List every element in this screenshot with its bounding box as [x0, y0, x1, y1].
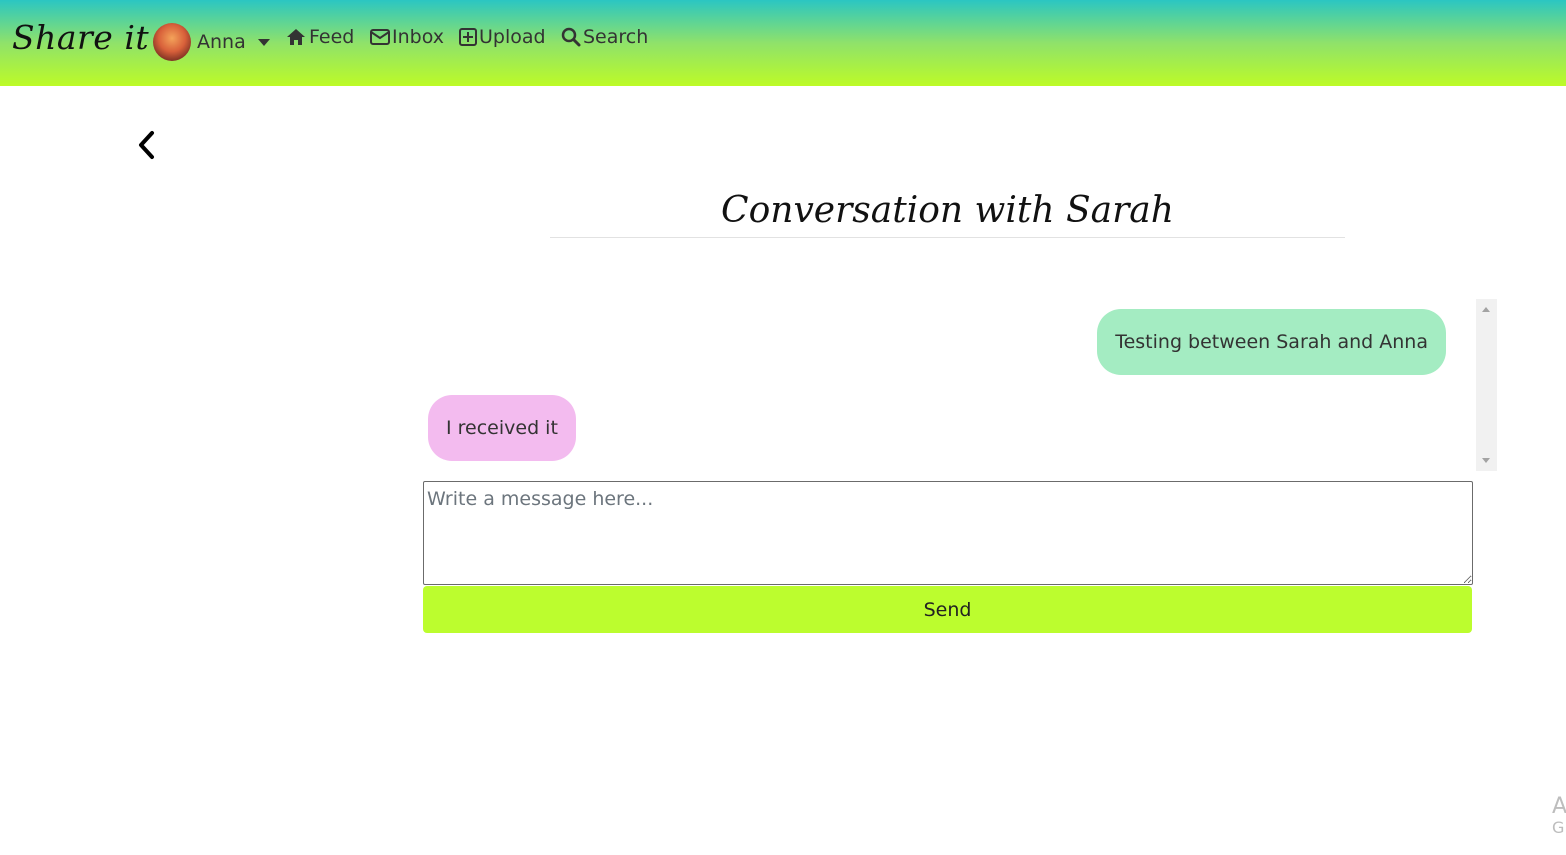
scroll-down-icon[interactable]	[1482, 458, 1490, 463]
scrollbar[interactable]	[1476, 299, 1497, 471]
envelope-icon	[370, 29, 390, 45]
nav-link-label: Upload	[479, 26, 546, 48]
nav-link-inbox[interactable]: Inbox	[370, 26, 444, 48]
user-menu-dropdown[interactable]: Anna	[153, 23, 270, 61]
home-icon	[287, 29, 305, 45]
chevron-left-icon	[139, 131, 154, 159]
corner-text: A G	[1552, 794, 1566, 838]
avatar	[153, 23, 191, 61]
message-list[interactable]: Testing between Sarah and Anna I receive…	[423, 299, 1497, 471]
nav-link-feed[interactable]: Feed	[285, 26, 354, 48]
user-name: Anna	[197, 31, 246, 53]
nav-link-upload[interactable]: Upload	[459, 26, 546, 48]
nav-link-label: Inbox	[392, 26, 444, 48]
page-title: Conversation with Sarah	[550, 190, 1345, 238]
message-bubble-received: I received it	[428, 395, 576, 461]
plus-square-icon	[459, 28, 477, 46]
message-input[interactable]	[423, 481, 1473, 585]
message-bubble-sent: Testing between Sarah and Anna	[1097, 309, 1446, 375]
search-icon	[561, 27, 581, 47]
top-navbar: Share it Anna Feed Inbox Upload Search	[0, 0, 1566, 86]
back-button[interactable]	[136, 130, 158, 164]
caret-down-icon	[257, 38, 270, 46]
nav-link-search[interactable]: Search	[561, 26, 648, 48]
brand-logo[interactable]: Share it	[12, 18, 149, 57]
nav-link-label: Search	[583, 26, 649, 48]
nav-link-label: Feed	[309, 26, 355, 48]
scroll-up-icon[interactable]	[1482, 307, 1490, 312]
send-button[interactable]: Send	[423, 586, 1472, 633]
